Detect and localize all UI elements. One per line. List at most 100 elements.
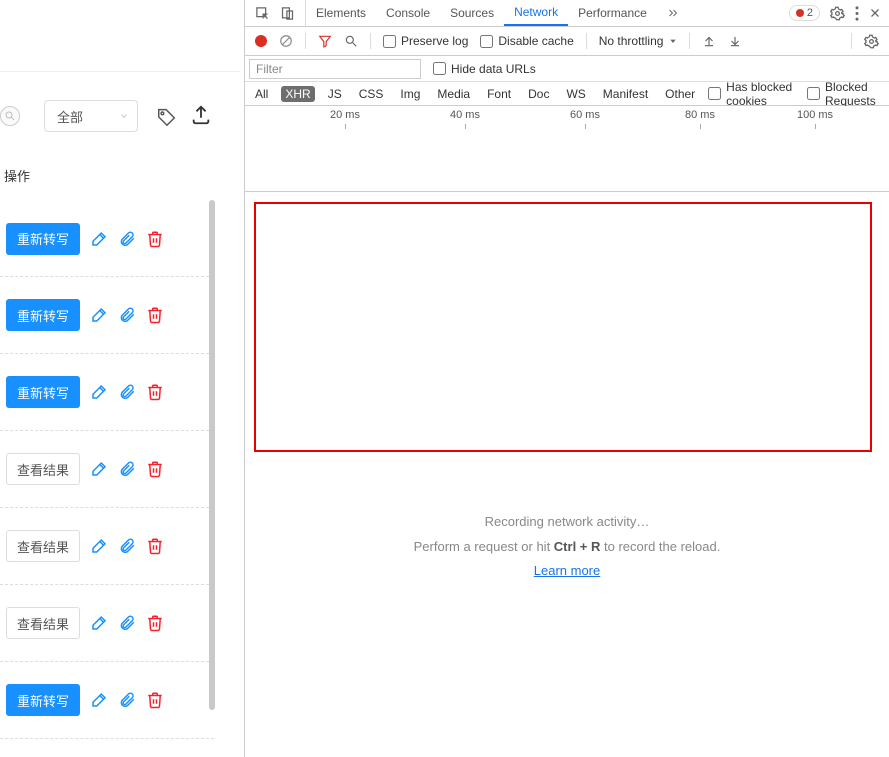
tab-network[interactable]: Network (504, 0, 568, 26)
record-icon[interactable] (255, 35, 267, 47)
edit-icon[interactable] (90, 306, 108, 324)
network-body: Recording network activity… Perform a re… (245, 192, 889, 752)
edit-icon[interactable] (90, 691, 108, 709)
kebab-menu-icon[interactable] (855, 6, 859, 21)
type-filter-manifest[interactable]: Manifest (599, 86, 652, 102)
edit-icon[interactable] (90, 614, 108, 632)
attachment-icon[interactable] (118, 614, 136, 632)
type-filter-ws[interactable]: WS (562, 86, 589, 102)
action-rows: 重新转写重新转写重新转写查看结果查看结果查看结果重新转写 (0, 200, 214, 739)
devtools-topbar: Elements Console Sources Network Perform… (245, 0, 889, 27)
attachment-icon[interactable] (118, 383, 136, 401)
separator (851, 33, 852, 49)
type-filter-xhr[interactable]: XHR (281, 86, 314, 102)
error-count: 2 (807, 7, 813, 19)
attachment-icon[interactable] (118, 537, 136, 555)
type-filter-other[interactable]: Other (661, 86, 699, 102)
device-toggle-icon[interactable] (280, 6, 295, 21)
blocked-requests-checkbox[interactable]: Blocked Requests (807, 80, 883, 108)
rewrite-button[interactable]: 重新转写 (6, 223, 80, 255)
inspect-element-icon[interactable] (255, 6, 270, 21)
delete-icon[interactable] (146, 306, 164, 324)
timeline-tick: 60 ms (570, 109, 600, 121)
ops-header: 操作 (0, 155, 30, 195)
gear-icon[interactable] (830, 6, 845, 21)
more-tabs-icon[interactable] (657, 0, 689, 26)
tab-sources[interactable]: Sources (440, 0, 504, 26)
network-timeline[interactable]: 20 ms40 ms60 ms80 ms100 ms (245, 106, 889, 192)
rewrite-button[interactable]: 重新转写 (6, 684, 80, 716)
view-result-button[interactable]: 查看结果 (6, 453, 80, 485)
devtools-tabs: Elements Console Sources Network Perform… (306, 0, 781, 26)
upload-har-icon[interactable] (702, 34, 716, 48)
delete-icon[interactable] (146, 460, 164, 478)
search-icon[interactable] (0, 106, 20, 126)
recording-message: Recording network activity… Perform a re… (245, 510, 889, 584)
has-blocked-cookies-checkbox[interactable]: Has blocked cookies (708, 80, 793, 108)
action-row: 查看结果 (0, 508, 214, 585)
delete-icon[interactable] (146, 537, 164, 555)
action-row: 查看结果 (0, 431, 214, 508)
chevron-down-icon (119, 111, 129, 121)
delete-icon[interactable] (146, 383, 164, 401)
filter-input[interactable]: Filter (249, 59, 421, 79)
action-row: 查看结果 (0, 585, 214, 662)
recording-line-2: Perform a request or hit Ctrl + R to rec… (245, 535, 889, 560)
filter-select-value: 全部 (57, 107, 83, 126)
delete-icon[interactable] (146, 614, 164, 632)
devtools-panel: Elements Console Sources Network Perform… (244, 0, 889, 757)
recording-line-1: Recording network activity… (245, 510, 889, 535)
edit-icon[interactable] (90, 537, 108, 555)
action-row: 重新转写 (0, 277, 214, 354)
error-badge[interactable]: 2 (789, 5, 820, 21)
tab-console[interactable]: Console (376, 0, 440, 26)
edit-icon[interactable] (90, 230, 108, 248)
download-har-icon[interactable] (728, 34, 742, 48)
delete-icon[interactable] (146, 691, 164, 709)
view-result-button[interactable]: 查看结果 (6, 607, 80, 639)
tab-performance[interactable]: Performance (568, 0, 657, 26)
edit-icon[interactable] (90, 460, 108, 478)
export-icon[interactable] (190, 104, 212, 126)
timeline-tick: 100 ms (797, 109, 833, 121)
gear-icon[interactable] (864, 34, 879, 49)
search-icon[interactable] (344, 34, 358, 48)
disable-cache-checkbox[interactable]: Disable cache (480, 34, 573, 48)
rewrite-button[interactable]: 重新转写 (6, 376, 80, 408)
hide-data-urls-checkbox[interactable]: Hide data URLs (433, 62, 536, 76)
filter-select[interactable]: 全部 (44, 100, 138, 132)
request-type-bar: All XHR JS CSS Img Media Font Doc WS Manifest Othe… (245, 82, 889, 106)
type-filter-font[interactable]: Font (483, 86, 515, 102)
error-dot-icon (796, 9, 804, 17)
type-filter-img[interactable]: Img (396, 86, 424, 102)
filter-bar: Filter Hide data URLs (245, 56, 889, 82)
edit-icon[interactable] (90, 383, 108, 401)
attachment-icon[interactable] (118, 306, 136, 324)
delete-icon[interactable] (146, 230, 164, 248)
attachment-icon[interactable] (118, 691, 136, 709)
attachment-icon[interactable] (118, 230, 136, 248)
top-strip (0, 0, 240, 72)
close-icon[interactable] (869, 7, 881, 19)
type-filter-js[interactable]: JS (324, 86, 346, 102)
clear-icon[interactable] (279, 34, 293, 48)
type-filter-css[interactable]: CSS (355, 86, 388, 102)
view-result-button[interactable]: 查看结果 (6, 530, 80, 562)
separator (305, 33, 306, 49)
timeline-tick: 40 ms (450, 109, 480, 121)
scrollbar-thumb[interactable] (209, 200, 215, 710)
network-toolbar: Preserve log Disable cache No throttling (245, 27, 889, 56)
type-filter-all[interactable]: All (251, 86, 272, 102)
annotation-box (254, 202, 872, 452)
timeline-tick: 20 ms (330, 109, 360, 121)
throttling-select[interactable]: No throttling (599, 34, 678, 48)
type-filter-doc[interactable]: Doc (524, 86, 553, 102)
preserve-log-checkbox[interactable]: Preserve log (383, 34, 468, 48)
learn-more-link[interactable]: Learn more (534, 563, 600, 578)
rewrite-button[interactable]: 重新转写 (6, 299, 80, 331)
tag-icon[interactable] (156, 106, 178, 128)
tab-elements[interactable]: Elements (306, 0, 376, 26)
type-filter-media[interactable]: Media (433, 86, 474, 102)
attachment-icon[interactable] (118, 460, 136, 478)
filter-funnel-icon[interactable] (318, 34, 332, 48)
